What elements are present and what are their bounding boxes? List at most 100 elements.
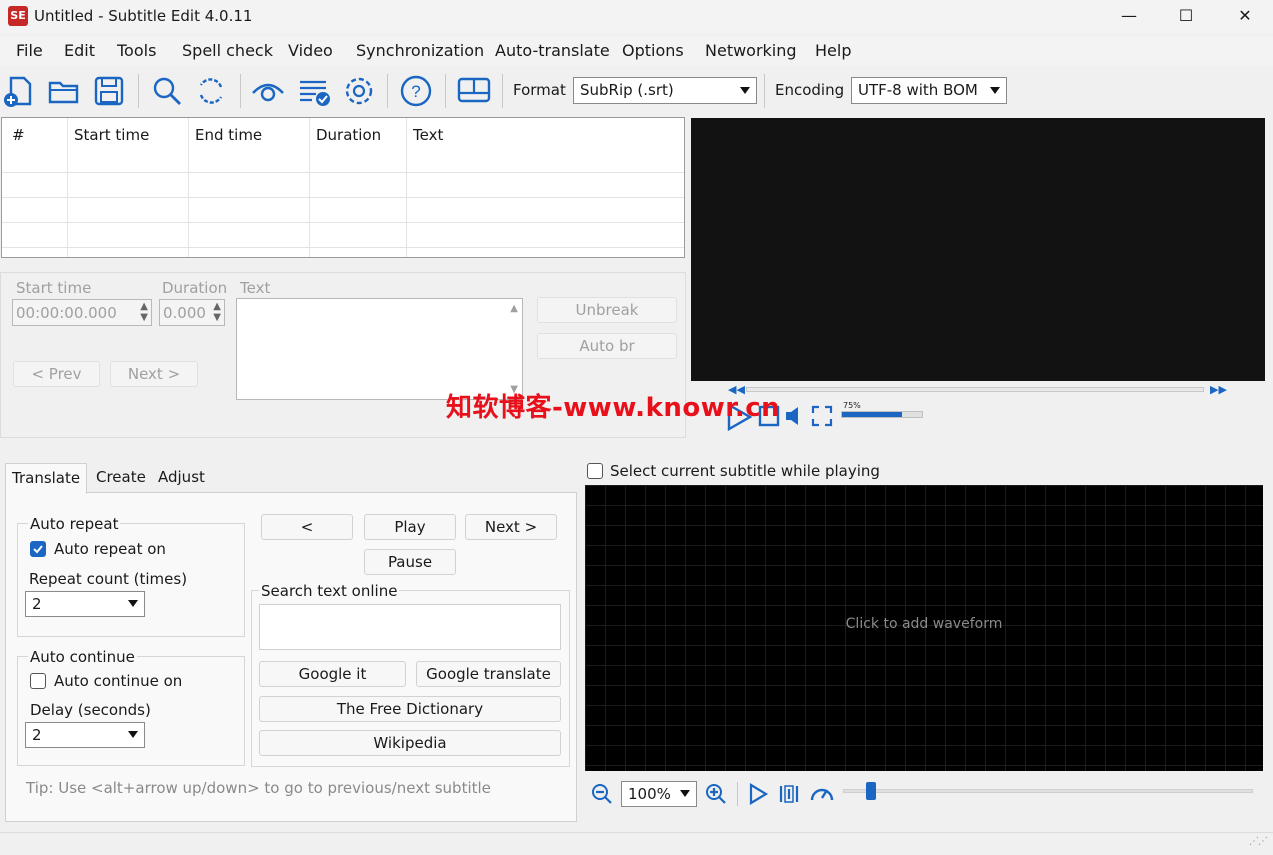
settings-icon[interactable] bbox=[342, 74, 376, 108]
zoom-value: 100% bbox=[628, 785, 671, 803]
menu-bar: File Edit Tools Spell check Video Synchr… bbox=[0, 36, 1273, 66]
free-dictionary-button[interactable]: The Free Dictionary bbox=[259, 696, 561, 722]
tab-create[interactable]: Create bbox=[90, 463, 152, 493]
search-text-input[interactable] bbox=[259, 604, 561, 650]
duration-input[interactable]: 0.000 ▲ ▼ bbox=[159, 299, 225, 326]
menu-help[interactable]: Help bbox=[815, 41, 851, 60]
subtitle-text-area[interactable]: ▲ ▼ bbox=[236, 298, 523, 400]
play-selection-icon[interactable] bbox=[746, 782, 770, 806]
zoom-select[interactable]: 100% bbox=[621, 781, 697, 807]
volume-slider[interactable] bbox=[841, 411, 923, 418]
column-header-text[interactable]: Text bbox=[413, 126, 443, 144]
layout-icon[interactable] bbox=[457, 74, 491, 108]
chevron-down-icon bbox=[128, 600, 138, 607]
video-position-bar[interactable] bbox=[746, 387, 1204, 392]
encoding-select[interactable]: UTF-8 with BOM bbox=[851, 77, 1007, 104]
fullscreen-icon[interactable] bbox=[810, 404, 834, 428]
eye-icon[interactable] bbox=[251, 74, 285, 108]
google-translate-button[interactable]: Google translate bbox=[416, 661, 561, 687]
waveform-position-thumb[interactable] bbox=[866, 782, 876, 800]
tab-translate[interactable]: Translate bbox=[5, 463, 88, 494]
grid-column-divider bbox=[67, 118, 68, 257]
subtitle-grid[interactable]: # Start time End time Duration Text bbox=[1, 117, 685, 258]
translate-tab-page: Auto repeat Auto repeat on Repeat count … bbox=[5, 492, 577, 822]
waveform-position-slider[interactable] bbox=[843, 789, 1253, 793]
next-subtitle-button[interactable]: Next > bbox=[465, 514, 557, 540]
status-bar: ⋰⋰ bbox=[0, 832, 1273, 855]
app-logo-icon: SE bbox=[8, 6, 28, 26]
column-header-end-time[interactable]: End time bbox=[195, 126, 262, 144]
checkmark-icon bbox=[33, 545, 43, 554]
repeat-count-select[interactable]: 2 bbox=[25, 591, 145, 617]
previous-subtitle-button[interactable]: < bbox=[261, 514, 353, 540]
menu-file[interactable]: File bbox=[16, 41, 43, 60]
grid-column-divider bbox=[406, 118, 407, 257]
waveform-panel[interactable]: Click to add waveform bbox=[585, 485, 1263, 771]
click-to-add-waveform-text[interactable]: Click to add waveform bbox=[585, 616, 1263, 632]
zoom-in-icon[interactable] bbox=[704, 782, 728, 806]
volume-icon[interactable] bbox=[783, 404, 807, 428]
column-header-duration[interactable]: Duration bbox=[316, 126, 381, 144]
fast-forward-icon[interactable]: ▶▶ bbox=[1210, 383, 1227, 396]
prev-button[interactable]: < Prev bbox=[13, 361, 100, 387]
menu-synchronization[interactable]: Synchronization bbox=[356, 41, 484, 60]
minimize-button[interactable]: — bbox=[1101, 0, 1157, 34]
menu-video[interactable]: Video bbox=[288, 41, 333, 60]
video-player[interactable] bbox=[691, 118, 1265, 381]
save-icon[interactable] bbox=[92, 74, 126, 108]
toolbar: ? Format SubRip (.srt) Encoding UTF-8 wi… bbox=[0, 68, 1273, 114]
help-icon[interactable]: ? bbox=[399, 74, 433, 108]
auto-br-button[interactable]: Auto br bbox=[537, 333, 677, 359]
auto-continue-checkbox[interactable] bbox=[30, 673, 46, 689]
auto-repeat-checkbox[interactable] bbox=[30, 541, 46, 557]
menu-networking[interactable]: Networking bbox=[705, 41, 797, 60]
google-it-button[interactable]: Google it bbox=[259, 661, 406, 687]
unbreak-button[interactable]: Unbreak bbox=[537, 297, 677, 323]
column-header-number[interactable]: # bbox=[12, 126, 25, 144]
spellcheck-icon[interactable] bbox=[298, 74, 332, 108]
grid-row-divider bbox=[2, 247, 684, 248]
new-file-icon[interactable] bbox=[2, 74, 36, 108]
menu-edit[interactable]: Edit bbox=[64, 41, 95, 60]
zoom-out-icon[interactable] bbox=[590, 782, 614, 806]
menu-tools[interactable]: Tools bbox=[117, 41, 156, 60]
menu-auto-translate[interactable]: Auto-translate bbox=[495, 41, 610, 60]
delay-select[interactable]: 2 bbox=[25, 722, 145, 748]
replace-icon[interactable] bbox=[194, 74, 228, 108]
close-button[interactable]: ✕ bbox=[1217, 0, 1273, 34]
menu-spell-check[interactable]: Spell check bbox=[182, 41, 273, 60]
scroll-up-icon[interactable]: ▲ bbox=[510, 303, 518, 314]
resize-grip-icon[interactable]: ⋰⋰ bbox=[1249, 836, 1268, 847]
start-time-value: 00:00:00.000 bbox=[16, 304, 117, 322]
menu-options[interactable]: Options bbox=[622, 41, 684, 60]
wikipedia-button[interactable]: Wikipedia bbox=[259, 730, 561, 756]
auto-repeat-label: Auto repeat on bbox=[54, 540, 166, 558]
encoding-label: Encoding bbox=[775, 81, 845, 99]
next-button[interactable]: Next > bbox=[110, 361, 198, 387]
duration-value: 0.000 bbox=[163, 304, 206, 322]
repeat-count-label: Repeat count (times) bbox=[29, 570, 188, 588]
waveform-split-icon[interactable] bbox=[777, 782, 801, 806]
search-icon[interactable] bbox=[150, 74, 184, 108]
maximize-button[interactable]: ☐ bbox=[1158, 0, 1214, 34]
column-header-start-time[interactable]: Start time bbox=[74, 126, 149, 144]
duration-label: Duration bbox=[162, 279, 228, 297]
spinner-icon[interactable]: ▲ ▼ bbox=[213, 301, 221, 323]
grid-column-divider bbox=[309, 118, 310, 257]
toolbar-separator bbox=[138, 74, 139, 108]
auto-continue-label: Auto continue on bbox=[54, 672, 183, 690]
chevron-down-icon bbox=[128, 731, 138, 738]
start-time-input[interactable]: 00:00:00.000 ▲ ▼ bbox=[12, 299, 152, 326]
grid-row-divider bbox=[2, 197, 684, 198]
speed-gauge-icon[interactable] bbox=[808, 780, 836, 808]
spinner-icon[interactable]: ▲ ▼ bbox=[140, 301, 148, 323]
tab-adjust[interactable]: Adjust bbox=[152, 463, 211, 493]
pause-button[interactable]: Pause bbox=[364, 549, 456, 575]
play-button[interactable]: Play bbox=[364, 514, 456, 540]
grid-row-divider bbox=[2, 172, 684, 173]
svg-text:?: ? bbox=[411, 82, 420, 101]
select-current-subtitle-checkbox[interactable] bbox=[587, 463, 603, 479]
encoding-select-value: UTF-8 with BOM bbox=[858, 81, 978, 99]
format-select[interactable]: SubRip (.srt) bbox=[573, 77, 757, 104]
open-folder-icon[interactable] bbox=[47, 74, 81, 108]
